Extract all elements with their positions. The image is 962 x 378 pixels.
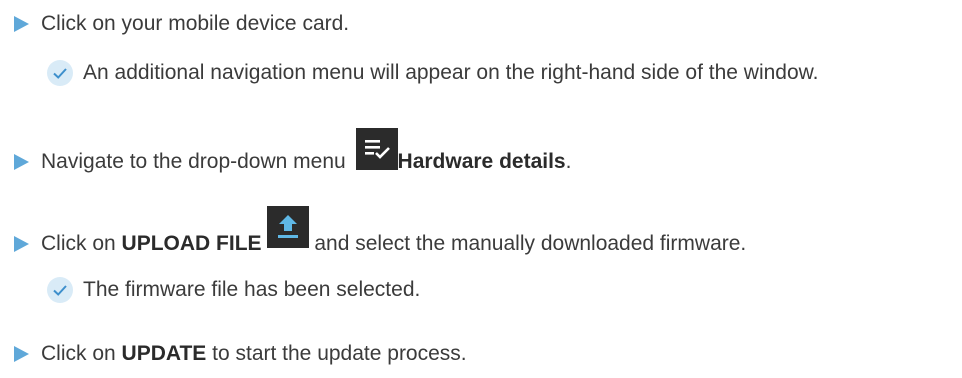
bullet-arrow-icon [14,16,29,32]
step-2-suffix: . [565,150,572,173]
bullet-arrow-icon [14,236,29,252]
step-4-text: Click on [41,342,122,365]
step-4-suffix: to start the update process. [206,342,467,365]
step-1: Click on your mobile device card. [0,12,349,36]
step-1-result: An additional navigation menu will appea… [0,60,818,86]
step-2: Navigate to the drop-down menu Hardware … [0,128,571,174]
checklist-menu-icon [355,128,398,170]
step-3-text: Click on [41,232,122,255]
bullet-arrow-icon [14,154,29,170]
step-3-result-text: The firmware file has been selected. [83,278,421,301]
step-2-bold: Hardware details [397,150,566,173]
step-3-bold: UPLOAD FILE [121,232,262,255]
step-3-result: The firmware file has been selected. [0,277,420,303]
step-1-text: Click on your mobile device card. [41,12,350,35]
step-4: Click on UPDATE to start the update proc… [0,342,467,366]
bullet-arrow-icon [14,346,29,362]
step-3-suffix: and select the manually downloaded firmw… [308,232,747,255]
check-icon [47,60,73,86]
step-4-bold: UPDATE [121,342,207,365]
step-1-result-text: An additional navigation menu will appea… [83,61,819,84]
step-2-text: Navigate to the drop-down menu [41,150,352,173]
check-icon [47,277,73,303]
step-3: Click on UPLOAD FILE and select the manu… [0,206,746,256]
upload-icon [266,206,309,248]
